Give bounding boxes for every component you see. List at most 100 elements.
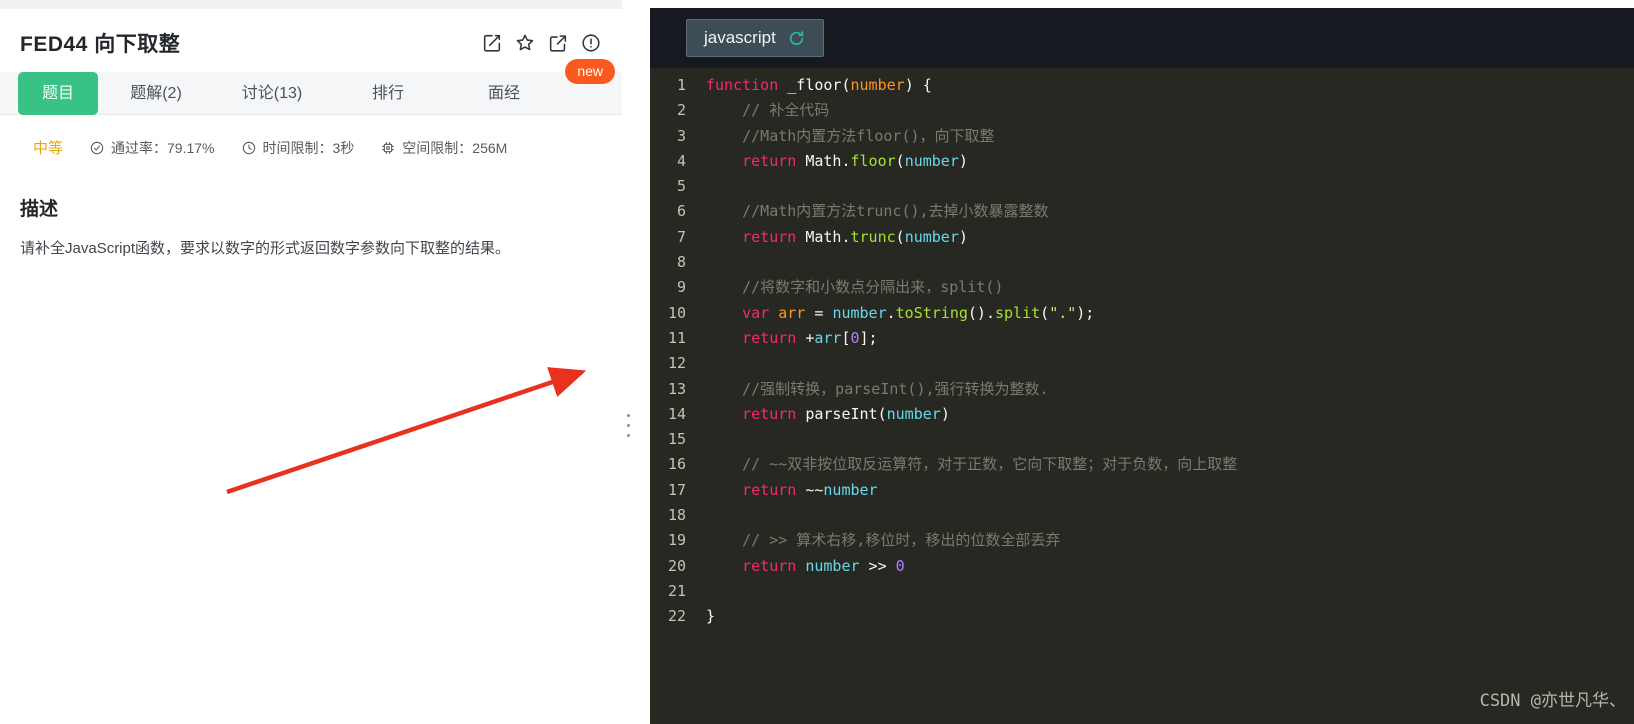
code-editor[interactable]: 1 function _floor(number) {2 // 补全代码 3 //M… [650,68,1634,724]
code-token: // >> 算术右移,移位时，移出的位数全部丢弃 [742,531,1061,550]
code-line[interactable]: 4 return Math.floor(number) [650,149,1634,174]
clock-icon [242,141,255,154]
code-token: + [796,328,815,347]
splitter-handle-icon[interactable] [627,414,630,437]
code-token: (). [967,303,995,322]
line-number: 8 [676,253,686,272]
code-token: ) [940,404,950,423]
code-token: 0 [895,556,905,575]
code-line[interactable]: 20 return number >> 0 [650,554,1634,579]
code-token: return [742,227,797,246]
code-line[interactable]: 13 //强制转换，parseInt(),强行转换为整数. [650,377,1634,402]
tab-discussion[interactable]: 讨论(13) [214,72,330,115]
code-token: trunc [850,227,896,246]
code-lines: 1 function _floor(number) {2 // 补全代码 3 //M… [650,73,1634,630]
code-line[interactable]: 2 // 补全代码 [650,98,1634,123]
code-token: return [742,404,797,423]
code-line[interactable]: 5 [650,174,1634,199]
code-text: var arr = number.toString().split("."); [706,301,1094,326]
line-number: 15 [667,430,686,449]
tab-ranking[interactable]: 排行 [330,72,446,115]
code-token: number [850,76,905,94]
check-circle-icon [90,141,104,154]
memory-limit: 空间限制：256M [380,138,507,158]
code-token: //将数字和小数点分隔出来，split() [742,278,1004,297]
time-limit-text: 时间限制：3秒 [262,139,355,156]
line-number: 2 [676,101,686,120]
code-line[interactable]: 12 [650,351,1634,376]
code-line[interactable]: 17 return ~~number [650,478,1634,503]
code-token: number [886,404,941,423]
code-token: parseInt( [796,404,887,423]
line-number: 3 [676,126,686,145]
code-token: arr [778,303,806,322]
code-token: number [823,480,878,499]
app-window: FED44 向下取整 题目 题解(2) 讨论(13) 排行 面经 new 中等 … [0,0,1634,724]
section-title: 描述 [20,199,59,220]
tab-interview[interactable]: 面经 [446,72,562,115]
panel-splitter[interactable] [622,0,650,724]
code-line[interactable]: 18 [650,503,1634,528]
code-text: //强制转换，parseInt(),强行转换为整数. [706,377,1049,402]
code-line[interactable]: 15 [650,427,1634,452]
problem-description: 请补全JavaScript函数，要求以数字的形式返回数字参数向下取整的结果。 [20,240,511,257]
code-token: //强制转换，parseInt(),强行转换为整数. [742,379,1049,398]
code-token: ]; [859,328,878,347]
code-token: 0 [850,328,860,347]
code-line[interactable]: 3 //Math内置方法floor()，向下取整 [650,124,1634,149]
code-line[interactable]: 16 // ~~双非按位取反运算符，对于正数，它向下取整；对于负数，向上取整 [650,452,1634,477]
info-icon[interactable] [580,32,602,54]
tab-bar: 题目 题解(2) 讨论(13) 排行 面经 new [0,59,622,115]
code-line[interactable]: 6 //Math内置方法trunc(),去掉小数暴露整数 [650,199,1634,224]
code-line[interactable]: 21 [650,579,1634,604]
code-token: ) { [904,76,932,94]
language-selector-button[interactable]: javascript [686,19,824,57]
code-token: floor [850,151,896,170]
line-number: 10 [667,303,686,322]
external-link-icon[interactable] [547,32,569,54]
code-text: return number >> 0 [706,554,905,579]
code-line[interactable]: 19 // >> 算术右移,移位时，移出的位数全部丢弃 [650,528,1634,553]
code-text: return Math.floor(number) [706,149,968,174]
new-badge: new [565,59,615,84]
code-token: _floor( [778,76,851,94]
page-title: FED44 向下取整 [20,33,181,56]
code-token: [ [841,328,851,347]
code-line[interactable]: 22} [650,604,1634,629]
code-line[interactable]: 1 function _floor(number) { [650,73,1634,98]
code-token: ); [1076,303,1095,322]
code-text: } [706,604,715,629]
code-text: //Math内置方法trunc(),去掉小数暴露整数 [706,199,1048,224]
difficulty-label: 中等 [33,140,64,157]
code-line[interactable]: 9 //将数字和小数点分隔出来，split() [650,275,1634,300]
code-line[interactable]: 8 [650,250,1634,275]
code-line[interactable]: 10 var arr = number.toString().split("."… [650,301,1634,326]
code-line[interactable]: 11 return +arr[0]; [650,326,1634,351]
pass-rate: 通过率：79.17% [89,138,215,158]
code-line[interactable]: 7 return Math.trunc(number) [650,225,1634,250]
code-token: split [995,303,1041,322]
code-line[interactable]: 14 return parseInt(number) [650,402,1634,427]
code-token: ~~ [796,480,824,499]
tab-problem[interactable]: 题目 [18,71,98,115]
code-token: ( [895,227,905,246]
code-token: } [706,607,716,626]
line-number: 20 [667,556,686,575]
edit-icon[interactable] [481,32,503,54]
code-token: toString [895,303,968,322]
memory-limit-text: 空间限制：256M [402,139,508,156]
tab-solutions[interactable]: 题解(2) [98,72,214,115]
line-number: 7 [676,227,686,246]
pass-rate-text: 通过率：79.17% [111,139,215,156]
star-icon[interactable] [514,32,536,54]
